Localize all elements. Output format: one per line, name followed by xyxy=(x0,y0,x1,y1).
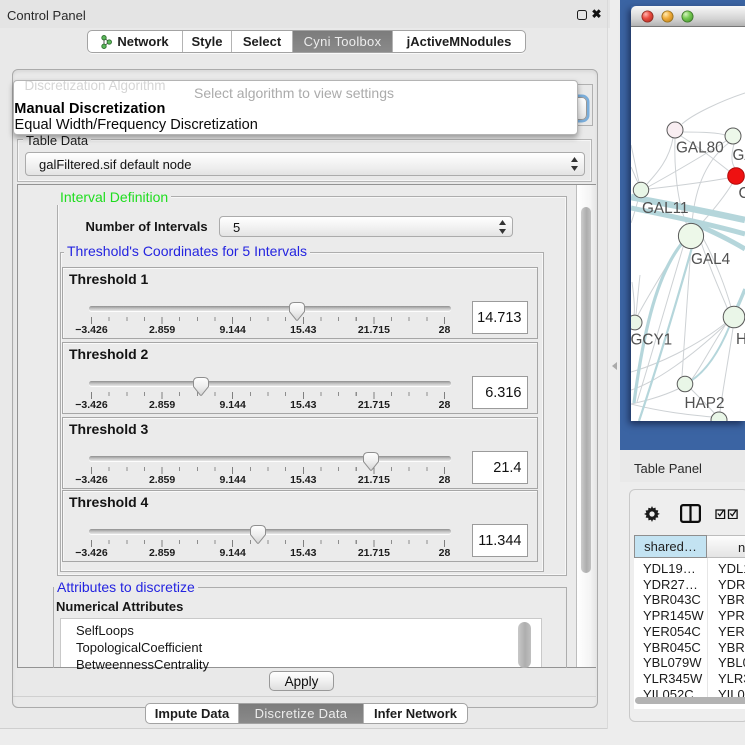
svg-text:GAL11: GAL11 xyxy=(642,200,689,217)
svg-text:GAL80: GAL80 xyxy=(676,140,724,157)
svg-text:HAP2: HAP2 xyxy=(685,395,725,412)
svg-text:H: H xyxy=(736,331,745,348)
svg-text:C: C xyxy=(739,185,745,202)
svg-text:GAL4: GAL4 xyxy=(691,251,731,268)
svg-text:GCY1: GCY1 xyxy=(631,332,672,349)
svg-text:GA: GA xyxy=(733,147,745,164)
